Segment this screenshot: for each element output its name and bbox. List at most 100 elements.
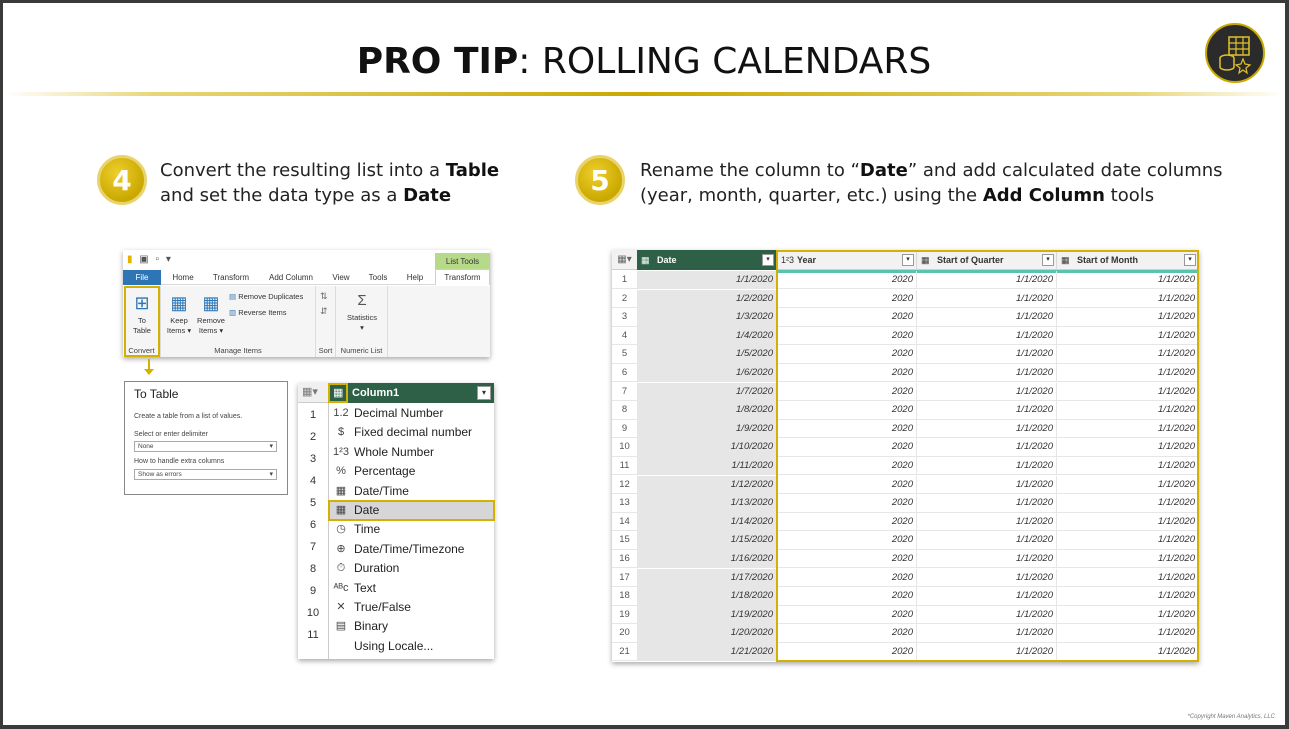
table-cell[interactable]: 1/9/2020 bbox=[637, 419, 777, 438]
table-cell[interactable]: 1/11/2020 bbox=[637, 457, 777, 475]
statistics-icon: Σ bbox=[357, 292, 367, 309]
type-option-text[interactable]: ᴬᴮc Text bbox=[329, 579, 494, 598]
table-cell[interactable]: 1/2/2020 bbox=[637, 289, 777, 308]
table-cell[interactable]: 1/10/2020 bbox=[637, 438, 777, 457]
type-option-percentage[interactable]: % Percentage bbox=[329, 462, 494, 481]
ribbon-body: ⊞ To Table Convert ▦ Keep Items ▾ ▦ Remo… bbox=[123, 286, 490, 357]
type-option-icon: ▦ bbox=[335, 484, 347, 497]
table-cell[interactable]: 1/12/2020 bbox=[637, 475, 777, 494]
table-cell[interactable]: 1/5/2020 bbox=[637, 345, 777, 364]
tab-add-column[interactable]: Add Column bbox=[263, 270, 319, 285]
table-cell[interactable]: 1/14/2020 bbox=[637, 512, 777, 531]
step-4-text: Convert the resulting list into a Table … bbox=[160, 160, 500, 206]
type-option-binary[interactable]: ▤ Binary bbox=[329, 617, 494, 636]
table-cell[interactable]: 1/1/2020 bbox=[637, 271, 777, 289]
type-option-date[interactable]: ▦ Date bbox=[328, 500, 495, 521]
row-number: 20 bbox=[619, 627, 630, 639]
tab-list-transform[interactable]: Transform bbox=[435, 269, 490, 285]
row-number: 21 bbox=[619, 646, 630, 657]
type-option-fixed-decimal-number[interactable]: $ Fixed decimal number bbox=[329, 423, 494, 442]
row-number: 1 bbox=[621, 274, 628, 285]
table-cell[interactable]: 1/6/2020 bbox=[637, 364, 777, 382]
tab-transform[interactable]: Transform bbox=[207, 270, 255, 285]
table-cell[interactable]: 1/3/2020 bbox=[637, 308, 777, 327]
tab-file[interactable]: File bbox=[123, 270, 161, 285]
keep-items-icon: ▦ bbox=[170, 293, 188, 313]
reverse-items-button[interactable]: ▥ Reverse Items bbox=[229, 308, 287, 317]
row-number: 2 bbox=[621, 292, 628, 304]
tab-tools[interactable]: Tools bbox=[363, 270, 393, 285]
type-option-using-locale[interactable]: Using Locale... bbox=[329, 637, 494, 656]
statistics-button[interactable]: Σ Statistics ▾ bbox=[340, 289, 384, 333]
type-option-date-time-timezone[interactable]: ⊕ Date/Time/Timezone bbox=[329, 540, 494, 559]
type-option-label: Percentage bbox=[354, 464, 416, 479]
table-cell[interactable]: 1/8/2020 bbox=[637, 401, 777, 420]
row-number: 10 bbox=[306, 607, 320, 619]
qat-dropdown-icon[interactable]: ▾ bbox=[166, 254, 173, 265]
table-cell[interactable]: 1/18/2020 bbox=[637, 587, 777, 606]
column-filter-dropdown[interactable]: ▾ bbox=[762, 254, 774, 266]
dialog-title: To Table bbox=[134, 387, 179, 401]
tab-help[interactable]: Help bbox=[401, 270, 429, 285]
row-number: 1 bbox=[309, 409, 317, 421]
table-cell[interactable]: 1/21/2020 bbox=[637, 643, 777, 661]
to-table-highlight bbox=[124, 286, 160, 357]
type-option-date-time[interactable]: ▦ Date/Time bbox=[329, 482, 494, 501]
remove-duplicates-button[interactable]: ▤ Remove Duplicates bbox=[229, 292, 303, 301]
type-option-label: Text bbox=[354, 580, 377, 595]
type-option-whole-number[interactable]: 1²3 Whole Number bbox=[329, 443, 494, 462]
type-option-label: Duration bbox=[354, 561, 400, 576]
type-option-decimal-number[interactable]: 1.2 Decimal Number bbox=[329, 404, 494, 423]
row-number: 5 bbox=[309, 497, 317, 509]
type-option-true-false[interactable]: ✕ True/False bbox=[329, 598, 494, 617]
row-number: 9 bbox=[309, 585, 317, 597]
table-cell[interactable]: 1/17/2020 bbox=[637, 568, 777, 587]
table-cell[interactable]: 1/20/2020 bbox=[637, 624, 777, 643]
table-cell[interactable]: 1/19/2020 bbox=[637, 605, 777, 624]
type-option-time[interactable]: ◷ Time bbox=[329, 520, 494, 539]
tab-view[interactable]: View bbox=[327, 270, 355, 285]
remove-items-button[interactable]: ▦ Remove Items ▾ bbox=[195, 290, 227, 336]
remove-duplicates-icon: ▤ bbox=[229, 292, 237, 301]
undo-icon[interactable]: ▫ bbox=[156, 254, 162, 265]
table-cell[interactable]: 1/7/2020 bbox=[637, 382, 777, 401]
type-option-icon: 1²3 bbox=[333, 445, 349, 458]
row-number: 4 bbox=[309, 475, 317, 487]
row-number: 8 bbox=[621, 404, 628, 416]
table-corner-icon[interactable]: ▦▾ bbox=[302, 385, 318, 398]
delimiter-label: Select or enter delimiter bbox=[134, 431, 208, 438]
row-number: 8 bbox=[309, 563, 317, 575]
row-number: 12 bbox=[619, 478, 630, 490]
type-icon-highlight bbox=[328, 383, 348, 403]
save-icon[interactable]: ▣ bbox=[139, 254, 150, 265]
table-cell[interactable]: 1/13/2020 bbox=[637, 494, 777, 513]
type-option-label: Decimal Number bbox=[354, 406, 444, 420]
table-cell[interactable]: 1/4/2020 bbox=[637, 326, 777, 345]
data-type-menu: ▦▾ ▦ Column1 ▾ 1 2 3 4 5 6 7 8 9 10 11 1.2 Decimal … bbox=[298, 383, 495, 659]
column-filter-dropdown[interactable]: ▾ bbox=[477, 386, 491, 400]
remove-items-icon: ▦ bbox=[202, 293, 220, 313]
row-number: 9 bbox=[621, 422, 628, 434]
row-number: 6 bbox=[621, 367, 628, 378]
table-cell[interactable]: 1/16/2020 bbox=[637, 550, 777, 568]
row-number: 13 bbox=[619, 497, 630, 509]
callout-arrowhead bbox=[144, 369, 154, 375]
extra-columns-label: How to handle extra columns bbox=[134, 458, 225, 465]
sort-descending-icon[interactable]: ⇵ bbox=[320, 306, 328, 317]
row-number: 15 bbox=[619, 534, 630, 546]
column1-header[interactable]: ▦ Column1 ▾ bbox=[330, 383, 494, 403]
row-number: 4 bbox=[621, 329, 628, 341]
sort-ascending-icon[interactable]: ⇅ bbox=[320, 291, 328, 302]
column-type-icon[interactable]: ▦ bbox=[641, 250, 650, 270]
column-header-date[interactable]: ▦ Date ▾ bbox=[637, 250, 777, 270]
keep-items-button[interactable]: ▦ Keep Items ▾ bbox=[165, 290, 193, 336]
grid-corner-icon[interactable]: ▦▾ bbox=[612, 250, 637, 270]
tab-home[interactable]: Home bbox=[165, 270, 201, 285]
group-label-sort: Sort bbox=[318, 346, 333, 355]
type-option-icon: % bbox=[336, 465, 346, 478]
delimiter-select[interactable]: None bbox=[134, 441, 277, 452]
extra-columns-select[interactable]: Show as errors bbox=[134, 469, 277, 480]
type-option-duration[interactable]: ⏱ Duration bbox=[329, 559, 494, 578]
group-numeric-list: Σ Statistics ▾ Numeric List bbox=[336, 286, 388, 357]
table-cell[interactable]: 1/15/2020 bbox=[637, 531, 777, 550]
